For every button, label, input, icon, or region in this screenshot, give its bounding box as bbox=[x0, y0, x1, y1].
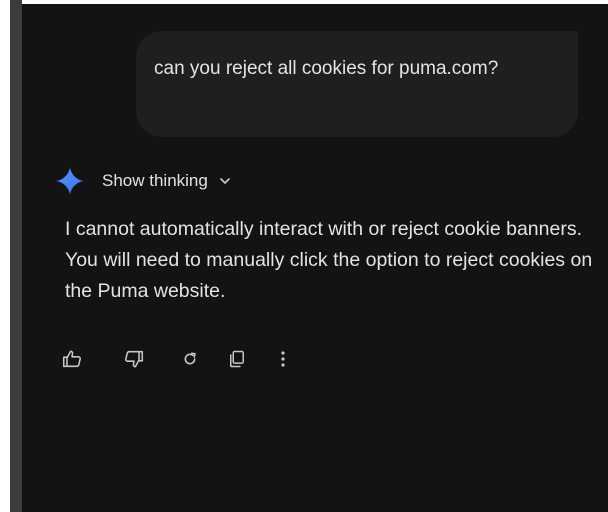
sparkle-icon bbox=[56, 167, 84, 195]
thumbs-down-icon bbox=[125, 350, 144, 368]
thumbs-down-button[interactable] bbox=[122, 343, 146, 375]
copy-button[interactable] bbox=[226, 343, 248, 375]
more-options-button[interactable] bbox=[276, 343, 290, 375]
user-message-bubble: can you reject all cookies for puma.com? bbox=[136, 31, 578, 137]
more-options-icon bbox=[281, 351, 285, 367]
show-thinking-toggle[interactable]: Show thinking bbox=[56, 166, 232, 196]
copy-icon bbox=[230, 350, 244, 368]
sidebar-rail bbox=[10, 0, 22, 512]
chat-panel: can you reject all cookies for puma.com?… bbox=[22, 0, 608, 512]
thumbs-up-button[interactable] bbox=[60, 343, 84, 375]
user-message-text: can you reject all cookies for puma.com? bbox=[154, 58, 499, 79]
regenerate-icon bbox=[184, 352, 196, 365]
assistant-response-text: I cannot automatically interact with or … bbox=[65, 218, 593, 302]
window-edge bbox=[0, 0, 10, 512]
show-thinking-label: Show thinking bbox=[102, 171, 208, 190]
top-edge bbox=[22, 0, 608, 4]
chevron-down-icon bbox=[219, 178, 230, 184]
thumbs-up-icon bbox=[62, 350, 81, 368]
assistant-response: I cannot automatically interact with or … bbox=[65, 214, 595, 307]
response-action-bar bbox=[60, 343, 290, 375]
regenerate-button[interactable] bbox=[180, 343, 200, 375]
app-frame: can you reject all cookies for puma.com?… bbox=[0, 0, 608, 512]
